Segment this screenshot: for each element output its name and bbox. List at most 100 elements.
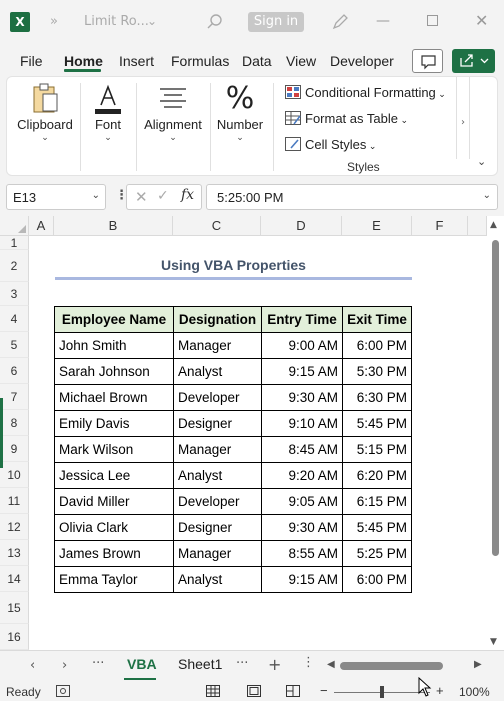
enter-check-icon[interactable]: ✓	[157, 188, 169, 204]
cell-name[interactable]: Jessica Lee	[54, 462, 174, 489]
cell-exit-time[interactable]: 6:15 PM	[342, 488, 412, 515]
tab-view[interactable]: View	[286, 53, 316, 69]
vertical-scroll-thumb[interactable]	[492, 240, 499, 556]
column-header-b[interactable]: B	[54, 216, 173, 236]
cell-entry-time[interactable]: 9:10 AM	[261, 410, 343, 437]
row-header-4[interactable]: 4	[0, 306, 29, 332]
cell-designation[interactable]: Analyst	[173, 462, 262, 489]
add-sheet-icon[interactable]: +	[268, 655, 281, 674]
cell-name[interactable]: Emma Taylor	[54, 566, 174, 593]
tab-insert[interactable]: Insert	[119, 53, 154, 69]
cell-name[interactable]: Emily Davis	[54, 410, 174, 437]
cell-exit-time[interactable]: 5:45 PM	[342, 514, 412, 541]
zoom-out-icon[interactable]: −	[320, 683, 328, 698]
column-header-e[interactable]: E	[342, 216, 412, 236]
cell-exit-time[interactable]: 5:25 PM	[342, 540, 412, 567]
minimize-button[interactable]: —	[376, 13, 390, 29]
search-icon[interactable]	[205, 12, 225, 32]
chevron-down-icon[interactable]: ⌄	[92, 190, 100, 201]
font-group[interactable]: Font ⌄	[81, 77, 135, 177]
alignment-group[interactable]: Alignment ⌄	[137, 77, 209, 177]
cell-entry-time[interactable]: 9:00 AM	[261, 332, 343, 359]
cell-name[interactable]: Michael Brown	[54, 384, 174, 411]
next-sheet-icon[interactable]: ›	[62, 658, 67, 673]
cell-name[interactable]: James Brown	[54, 540, 174, 567]
cell-designation[interactable]: Developer	[173, 384, 262, 411]
cell-entry-time[interactable]: 9:15 AM	[261, 358, 343, 385]
row-header-1[interactable]: 1	[0, 236, 29, 250]
cell-name[interactable]: Sarah Johnson	[54, 358, 174, 385]
tab-formulas[interactable]: Formulas	[171, 53, 229, 69]
cell-name[interactable]: Olivia Clark	[54, 514, 174, 541]
cell-designation[interactable]: Analyst	[173, 566, 262, 593]
quick-access-overflow-icon[interactable]: »	[50, 14, 58, 29]
ribbon-expand-icon[interactable]: ⌄	[477, 155, 486, 168]
cell-entry-time[interactable]: 9:20 AM	[261, 462, 343, 489]
cell-designation[interactable]: Analyst	[173, 358, 262, 385]
row-header-7[interactable]: 7	[0, 384, 29, 410]
tab-data[interactable]: Data	[242, 53, 272, 69]
cell-designation[interactable]: Manager	[173, 332, 262, 359]
row-header-15[interactable]: 15	[0, 592, 29, 624]
zoom-slider-knob[interactable]	[380, 686, 384, 698]
insert-function-icon[interactable]: fx	[181, 187, 194, 203]
sheet-tab-sheet1[interactable]: Sheet1	[178, 656, 222, 672]
row-header-10[interactable]: 10	[0, 462, 29, 488]
close-button[interactable]: ✕	[475, 11, 488, 30]
row-header-2[interactable]: 2	[0, 250, 29, 282]
header-designation[interactable]: Designation	[173, 306, 262, 333]
cancel-icon[interactable]: ✕	[135, 188, 148, 206]
cell-name[interactable]: Mark Wilson	[54, 436, 174, 463]
header-employee-name[interactable]: Employee Name	[54, 306, 174, 333]
number-group[interactable]: % Number ⌄	[211, 77, 269, 177]
document-title[interactable]: Limit Ro...	[84, 14, 149, 29]
cell-entry-time[interactable]: 9:30 AM	[261, 514, 343, 541]
cell-entry-time[interactable]: 9:05 AM	[261, 488, 343, 515]
comments-button[interactable]	[412, 49, 443, 73]
row-header-14[interactable]: 14	[0, 566, 29, 592]
zoom-level[interactable]: 100%	[459, 685, 490, 699]
column-header-f[interactable]: F	[412, 216, 468, 236]
tab-file[interactable]: File	[20, 53, 43, 69]
row-header-6[interactable]: 6	[0, 358, 29, 384]
ribbon-scroll-right[interactable]: ›	[456, 77, 470, 159]
clipboard-group[interactable]: Clipboard ⌄	[13, 77, 77, 177]
share-button[interactable]	[452, 49, 495, 73]
cell-name[interactable]: John Smith	[54, 332, 174, 359]
sign-in-button[interactable]: Sign in	[248, 12, 304, 32]
column-header-a[interactable]: A	[29, 216, 54, 236]
cell-designation[interactable]: Developer	[173, 488, 262, 515]
row-header-12[interactable]: 12	[0, 514, 29, 540]
cell-exit-time[interactable]: 5:45 PM	[342, 410, 412, 437]
cell-exit-time[interactable]: 6:00 PM	[342, 566, 412, 593]
row-header-5[interactable]: 5	[0, 332, 29, 358]
row-header-3[interactable]: 3	[0, 282, 29, 306]
accessibility-icon[interactable]	[56, 685, 70, 697]
vertical-scrollbar[interactable]: ▲ ▼	[487, 216, 504, 650]
sheet-title[interactable]: Using VBA Properties	[55, 257, 412, 273]
chevron-down-icon[interactable]: ⌄	[147, 14, 157, 28]
employee-table[interactable]: Employee Name Designation Entry Time Exi…	[54, 306, 412, 593]
cell-designation[interactable]: Designer	[173, 514, 262, 541]
page-break-preview-icon[interactable]	[286, 685, 300, 697]
cell-designation[interactable]: Manager	[173, 436, 262, 463]
row-header-9[interactable]: 9	[0, 436, 29, 462]
column-header-g[interactable]	[468, 216, 487, 236]
cell-exit-time[interactable]: 6:30 PM	[342, 384, 412, 411]
cell-exit-time[interactable]: 6:00 PM	[342, 332, 412, 359]
name-box[interactable]: E13 ⌄	[6, 184, 106, 210]
cell-designation[interactable]: Manager	[173, 540, 262, 567]
row-header-11[interactable]: 11	[0, 488, 29, 514]
scroll-left-icon[interactable]: ◀	[327, 659, 335, 670]
tab-developer[interactable]: Developer	[330, 53, 394, 69]
more-sheets-icon[interactable]: ···	[92, 656, 104, 671]
normal-view-icon[interactable]	[206, 685, 220, 697]
header-exit-time[interactable]: Exit Time	[342, 306, 412, 333]
column-header-c[interactable]: C	[173, 216, 261, 236]
conditional-formatting-button[interactable]: Conditional Formatting ⌄	[285, 85, 446, 107]
cell-designation[interactable]: Designer	[173, 410, 262, 437]
tabs-more-icon[interactable]: ⋮	[302, 655, 315, 670]
cell-exit-time[interactable]: 5:30 PM	[342, 358, 412, 385]
zoom-in-icon[interactable]: +	[436, 683, 444, 698]
cell-entry-time[interactable]: 9:15 AM	[261, 566, 343, 593]
